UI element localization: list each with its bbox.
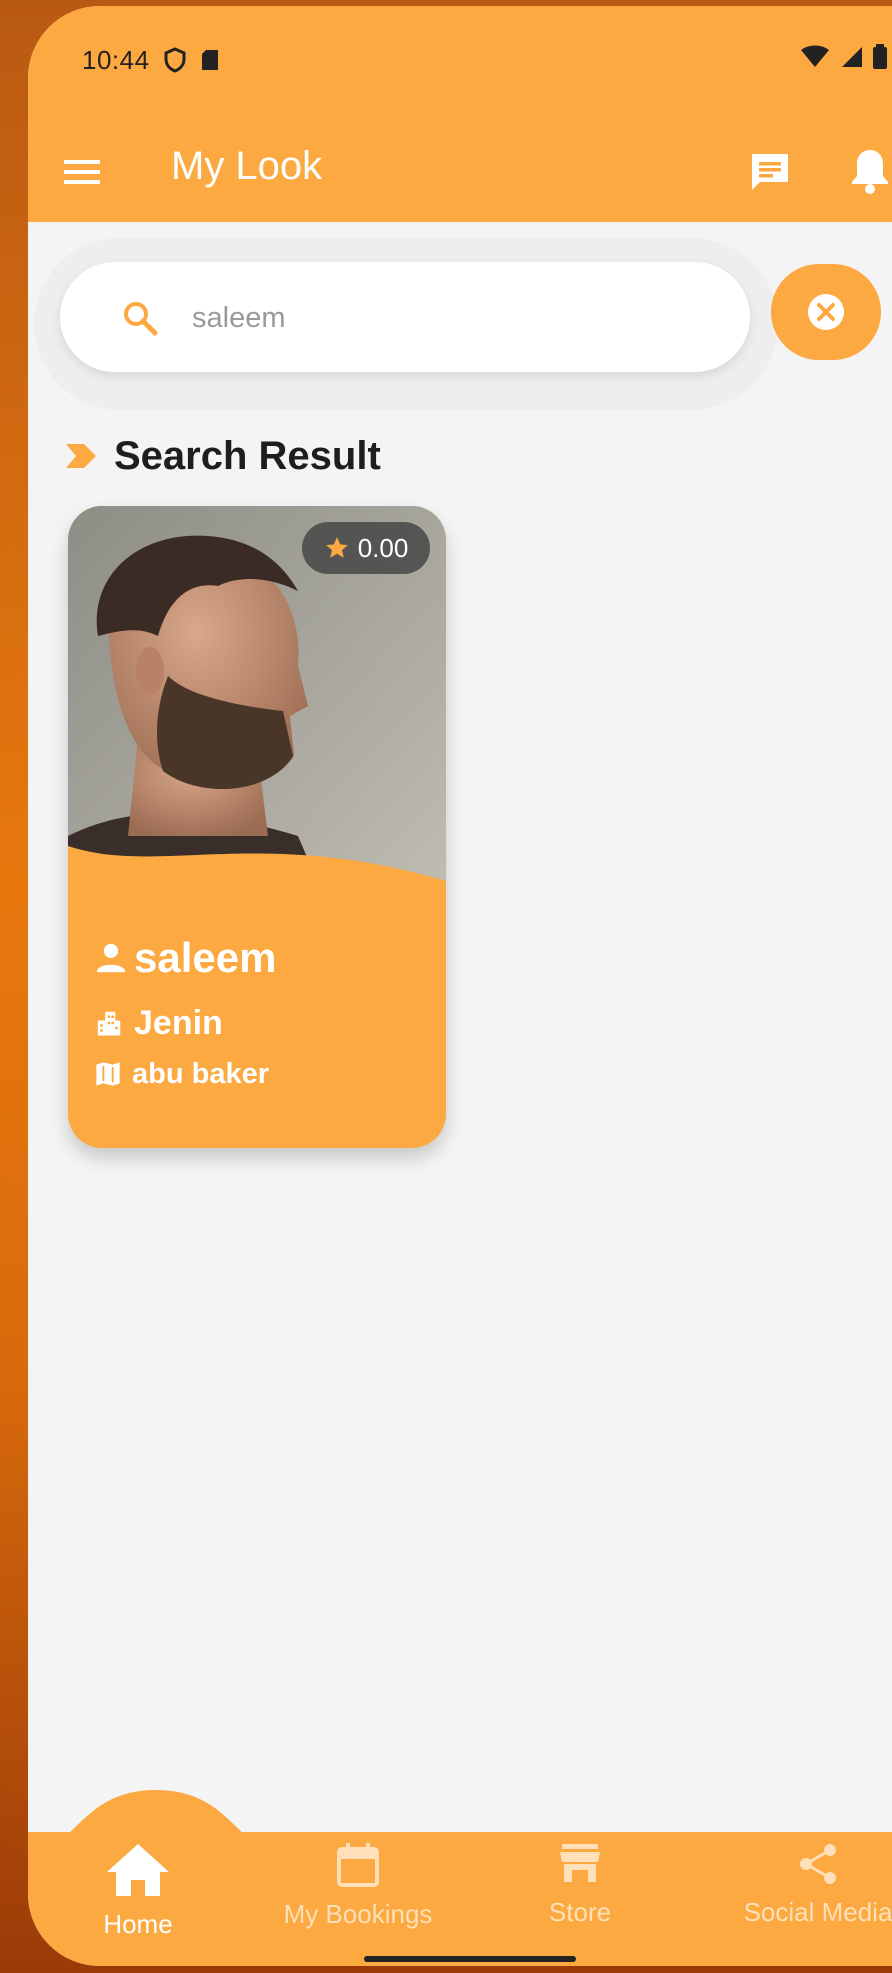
wifi-icon: [801, 45, 829, 67]
bell-icon: [852, 150, 888, 194]
shield-icon: [164, 47, 186, 73]
barber-address: abu baker: [132, 1057, 269, 1090]
menu-icon: [64, 160, 100, 184]
menu-button[interactable]: [62, 152, 102, 192]
sd-card-icon: [200, 48, 220, 72]
section-header: Search Result: [64, 426, 381, 486]
barber-city: Jenin: [134, 1003, 223, 1042]
gesture-bar[interactable]: [364, 1956, 576, 1962]
search-input[interactable]: [190, 290, 714, 346]
status-bar: 10:44: [82, 40, 892, 80]
rating-value: 0.00: [357, 532, 409, 563]
clear-search-button[interactable]: [771, 264, 881, 360]
calendar-icon: [337, 1843, 379, 1887]
app-screen: 10:44 My Look saleem Search Result 0.00 …: [28, 6, 892, 1966]
chat-icon: [752, 154, 788, 190]
nav-home[interactable]: Home: [48, 1842, 228, 1940]
nav-store[interactable]: Store: [490, 1842, 670, 1928]
search-box[interactable]: [60, 262, 750, 372]
result-card[interactable]: 0.00 saleem Jenin abu baker: [68, 506, 446, 1148]
store-icon: [560, 1844, 600, 1882]
name-row: saleem: [94, 930, 426, 986]
nav-my-bookings-label: My Bookings: [283, 1899, 433, 1929]
chevron-right-icon: [66, 444, 96, 468]
address-row: abu baker: [94, 1052, 426, 1096]
section-title: Search Result: [114, 433, 381, 478]
person-icon: [96, 943, 126, 973]
home-icon: [107, 1844, 169, 1896]
notifications-button[interactable]: [848, 146, 892, 196]
city-row: Jenin: [94, 998, 426, 1048]
app-title: My Look: [171, 144, 323, 188]
star-icon: [325, 537, 348, 558]
nav-social-media-label: Social Media: [743, 1897, 892, 1927]
search-icon: [124, 302, 158, 336]
toolbar: My Look: [28, 124, 892, 220]
status-time: 10:44: [82, 44, 150, 75]
messages-button[interactable]: [746, 148, 794, 196]
share-icon: [800, 1844, 836, 1884]
close-circle-icon: [808, 294, 844, 330]
nav-store-label: Store: [548, 1897, 612, 1927]
rating-badge: 0.00: [302, 522, 430, 574]
signal-icon: [842, 47, 862, 67]
barber-name: saleem: [134, 934, 277, 981]
nav-social-media[interactable]: Social Media: [708, 1842, 892, 1928]
map-icon: [96, 1062, 120, 1086]
nav-home-label: Home: [103, 1909, 173, 1939]
nav-my-bookings[interactable]: My Bookings: [268, 1842, 448, 1930]
app-bar: 10:44 My Look: [28, 6, 892, 222]
card-info: saleem Jenin abu baker: [94, 930, 426, 1096]
city-icon: [97, 1011, 121, 1036]
status-icons: [800, 44, 888, 70]
battery-icon: [873, 44, 887, 69]
